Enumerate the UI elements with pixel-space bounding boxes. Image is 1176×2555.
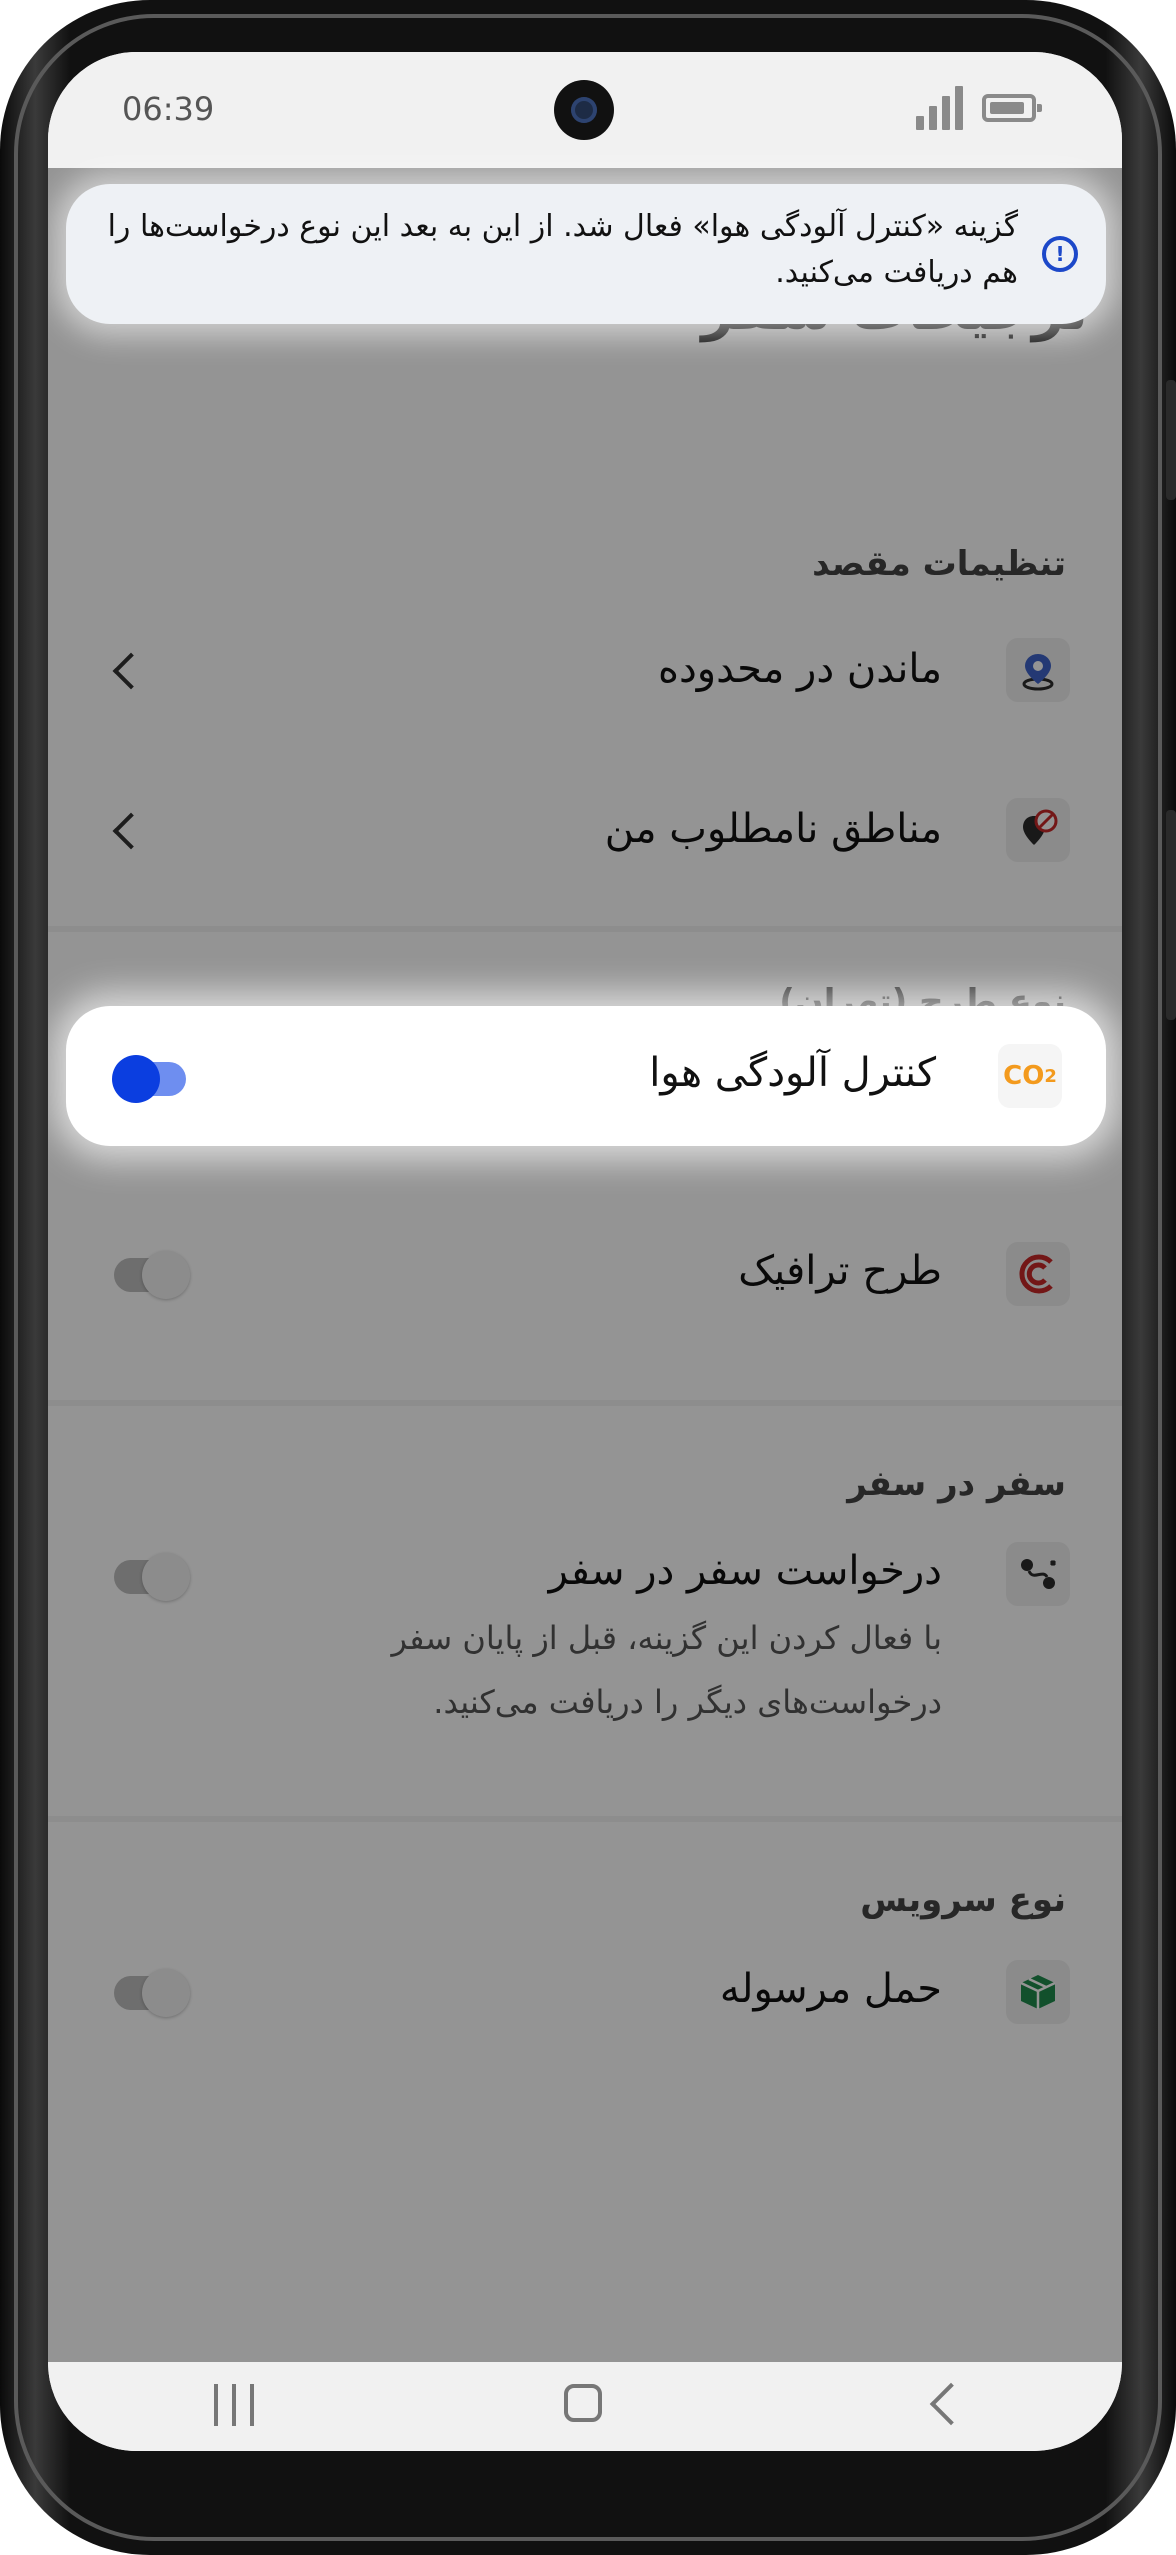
- screen: 06:39 ترجیحات سفر تنظیمات مقصد: [48, 52, 1122, 2451]
- banner-text: گزینه «کنترل آلودگی هوا» فعال شد. از این…: [107, 209, 1018, 290]
- list-item-air-pollution-control[interactable]: CO 2 کنترل آلودگی هوا: [66, 1006, 1106, 1146]
- info-icon: !: [1042, 236, 1078, 272]
- back-icon[interactable]: [929, 2382, 973, 2426]
- phone-frame: 06:39 ترجیحات سفر تنظیمات مقصد: [0, 0, 1176, 2555]
- co2-icon: CO 2: [998, 1044, 1062, 1108]
- home-icon[interactable]: [564, 2384, 602, 2422]
- navigation-bar: [48, 2362, 1122, 2451]
- air-pollution-toggle[interactable]: [112, 1055, 186, 1103]
- recent-apps-icon[interactable]: [214, 2384, 256, 2426]
- power-button: [1166, 810, 1176, 1020]
- signal-icon: [916, 86, 966, 130]
- list-item-label: کنترل آلودگی هوا: [649, 1050, 936, 1096]
- notification-banner: ! گزینه «کنترل آلودگی هوا» فعال شد. از ا…: [66, 184, 1106, 324]
- status-time: 06:39: [122, 90, 215, 128]
- dim-overlay: [48, 168, 1122, 2362]
- status-bar: 06:39: [48, 52, 1122, 168]
- volume-button: [1166, 380, 1176, 500]
- battery-icon: [982, 94, 1042, 122]
- front-camera: [554, 80, 614, 140]
